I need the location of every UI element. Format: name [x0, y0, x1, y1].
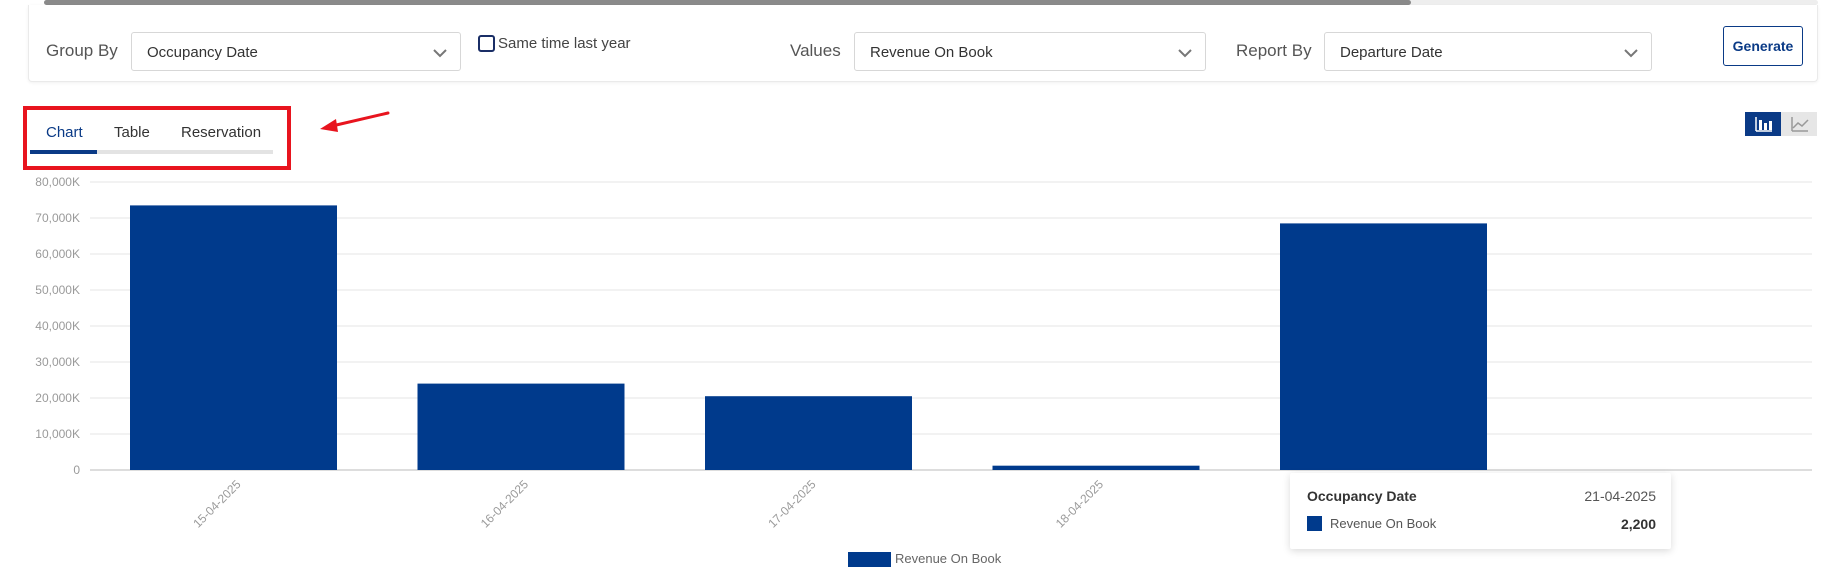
- group-by-label: Group By: [46, 41, 118, 60]
- bar: [705, 396, 912, 470]
- bar-chart-view-button[interactable]: [1745, 112, 1781, 136]
- y-tick-label: 50,000K: [35, 283, 80, 297]
- tooltip-date: 21-04-2025: [1584, 488, 1656, 504]
- tab-chart[interactable]: Chart: [46, 124, 83, 141]
- report-filter-bar: Group By Occupancy Date Same time last y…: [28, 5, 1818, 82]
- y-tick-label: 20,000K: [35, 391, 80, 405]
- report-by-value: Departure Date: [1340, 44, 1443, 61]
- bar: [1280, 223, 1487, 470]
- group-by-value: Occupancy Date: [147, 44, 258, 61]
- values-select[interactable]: Revenue On Book: [854, 32, 1206, 71]
- y-tick-label: 70,000K: [35, 211, 80, 225]
- same-time-last-year-label: Same time last year: [498, 35, 631, 52]
- same-time-last-year-checkbox[interactable]: [478, 35, 495, 52]
- legend-label[interactable]: Revenue On Book: [895, 551, 1001, 566]
- values-value: Revenue On Book: [870, 44, 993, 61]
- x-tick-label: 16-04-2025: [478, 477, 532, 531]
- bar: [417, 383, 625, 470]
- tooltip-series-name: Revenue On Book: [1330, 516, 1437, 531]
- tooltip-series-swatch: [1307, 516, 1322, 531]
- x-tick-label: 15-04-2025: [190, 477, 244, 531]
- bar: [992, 465, 1200, 470]
- bar-chart-icon: [1755, 117, 1772, 132]
- x-tick-label: 17-04-2025: [765, 477, 819, 531]
- active-tab-indicator: [30, 150, 97, 154]
- y-tick-label: 0: [73, 463, 80, 477]
- bar: [130, 205, 337, 470]
- chart-tooltip: Occupancy Date 21-04-2025 Revenue On Boo…: [1290, 473, 1671, 549]
- legend-swatch[interactable]: [848, 552, 891, 567]
- annotation-arrow-icon: [320, 111, 390, 132]
- generate-button[interactable]: Generate: [1723, 26, 1803, 66]
- y-tick-label: 80,000K: [35, 175, 80, 189]
- chevron-down-icon: [1178, 49, 1192, 58]
- line-chart-icon: [1791, 117, 1809, 132]
- tooltip-title: Occupancy Date: [1307, 488, 1417, 504]
- y-tick-label: 10,000K: [35, 427, 80, 441]
- report-by-select[interactable]: Departure Date: [1324, 32, 1652, 71]
- tooltip-value: 2,200: [1620, 516, 1656, 532]
- y-tick-label: 40,000K: [35, 319, 80, 333]
- tab-table[interactable]: Table: [114, 124, 150, 141]
- chevron-down-icon: [433, 49, 447, 58]
- y-tick-label: 30,000K: [35, 355, 80, 369]
- line-chart-view-button[interactable]: [1781, 112, 1817, 136]
- y-tick-label: 60,000K: [35, 247, 80, 261]
- tab-reservation[interactable]: Reservation: [181, 124, 261, 141]
- group-by-select[interactable]: Occupancy Date: [131, 32, 461, 71]
- values-label: Values: [790, 41, 841, 60]
- chevron-down-icon: [1624, 49, 1638, 58]
- report-by-label: Report By: [1236, 41, 1312, 60]
- x-tick-label: 18-04-2025: [1053, 477, 1107, 531]
